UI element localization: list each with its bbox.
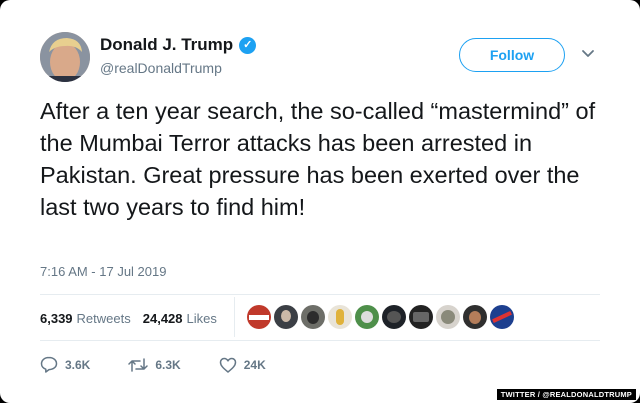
tweet-timestamp[interactable]: 7:16 AM - 17 Jul 2019	[40, 264, 166, 279]
divider	[40, 294, 600, 295]
liker-avatar[interactable]	[328, 305, 352, 329]
likes-label: Likes	[186, 311, 217, 326]
retweet-count: 6.3K	[155, 357, 181, 372]
liker-avatar[interactable]	[409, 305, 433, 329]
display-name[interactable]: Donald J. Trump	[100, 35, 233, 55]
name-row: Donald J. Trump ✓	[100, 35, 257, 55]
liker-avatar[interactable]	[490, 305, 514, 329]
like-count: 24K	[243, 357, 266, 372]
like-icon	[219, 357, 236, 373]
reply-button[interactable]: 3.6K	[40, 356, 90, 373]
likes-stat[interactable]: 24,428 Likes	[143, 311, 217, 326]
reply-count: 3.6K	[65, 357, 91, 372]
liker-avatar[interactable]	[463, 305, 487, 329]
engagement-stats: 6,339 Retweets 24,428 Likes	[40, 311, 217, 326]
retweets-label: Retweets	[76, 311, 131, 326]
chevron-down-icon[interactable]	[581, 46, 595, 60]
liker-avatar[interactable]	[355, 305, 379, 329]
tweet-text: After a ten year search, the so-called “…	[40, 98, 596, 220]
image-credit: TWITTER / @REALDONALDTRUMP	[496, 389, 636, 400]
avatar[interactable]	[40, 32, 90, 82]
liker-avatar[interactable]	[274, 305, 298, 329]
like-button[interactable]: 24K	[219, 357, 266, 373]
liker-avatars	[247, 305, 517, 329]
stats-separator	[234, 297, 235, 337]
liker-avatar[interactable]	[382, 305, 406, 329]
likes-count: 24,428	[142, 311, 183, 326]
retweets-count: 6,339	[40, 311, 73, 326]
liker-avatar[interactable]	[301, 305, 325, 329]
retweet-icon	[128, 357, 149, 372]
liker-avatar[interactable]	[436, 305, 460, 329]
tweet-card: Donald J. Trump ✓ @realDonaldTrump Follo…	[0, 0, 640, 403]
divider	[40, 340, 600, 341]
tweet-actions: 3.6K 6.3K 24K	[40, 356, 304, 373]
follow-button[interactable]: Follow	[459, 38, 565, 72]
liker-avatar[interactable]	[247, 305, 271, 329]
reply-icon	[40, 356, 58, 373]
retweets-stat[interactable]: 6,339 Retweets	[40, 311, 131, 326]
verified-badge-icon: ✓	[239, 36, 257, 54]
user-handle[interactable]: @realDonaldTrump	[100, 60, 222, 76]
retweet-button[interactable]: 6.3K	[128, 357, 181, 373]
